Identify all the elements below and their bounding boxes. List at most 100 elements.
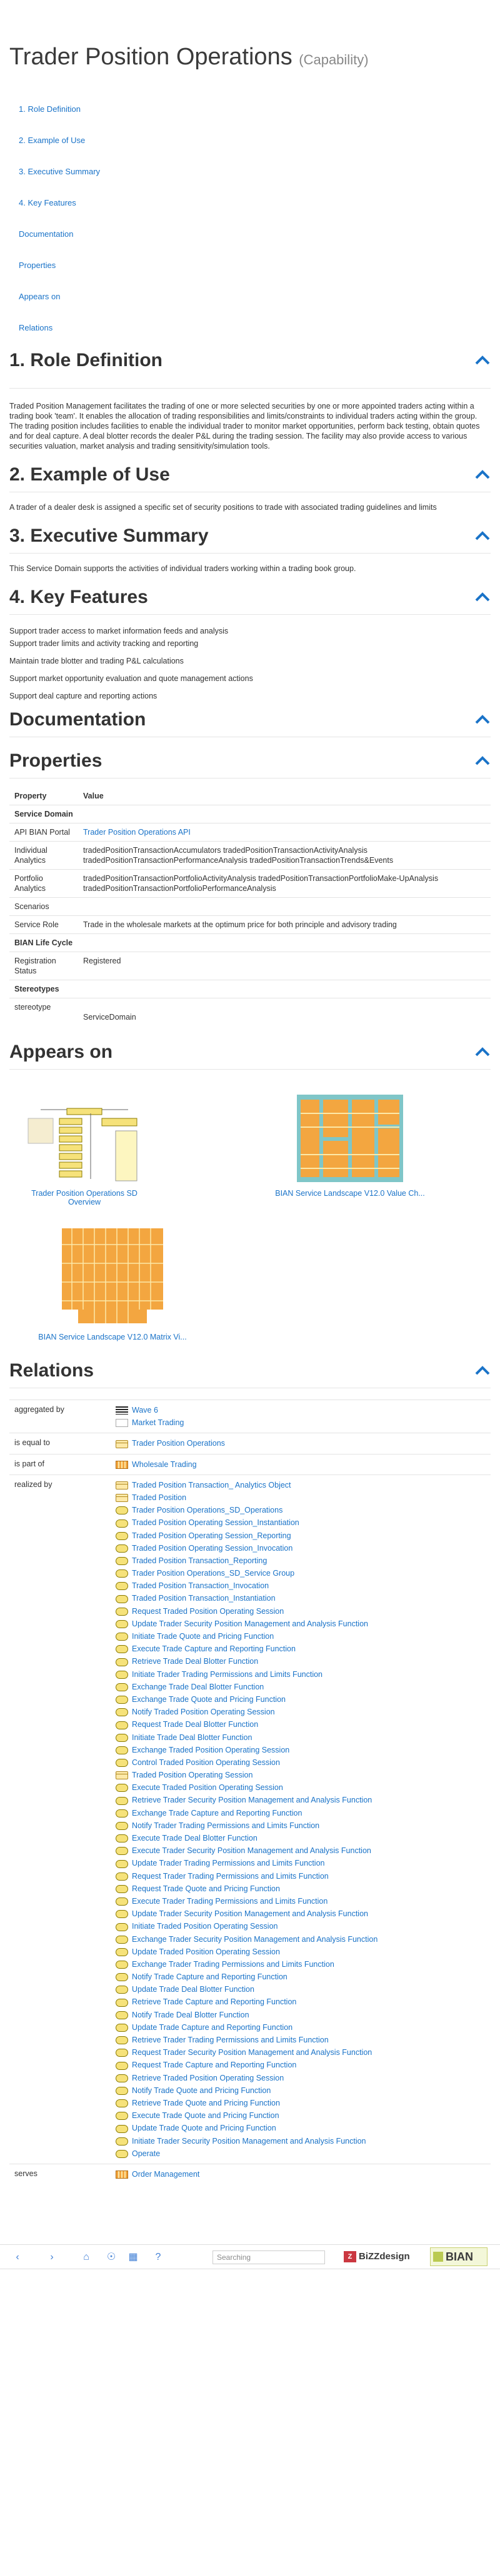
chevron-up-icon[interactable] [474, 714, 491, 725]
chevron-up-icon[interactable] [474, 1365, 491, 1376]
relation-link[interactable]: Update Trader Security Position Manageme… [132, 1909, 368, 1918]
relation-link[interactable]: Trader Position Operations [132, 1439, 225, 1448]
relation-list: Trader Position Operations [116, 1433, 491, 1453]
relation-link[interactable]: Traded Position Transaction_Instantiatio… [132, 1594, 276, 1603]
toc-link-appears-on[interactable]: Appears on [9, 292, 491, 323]
relation-link[interactable]: Notify Traded Position Operating Session [132, 1708, 275, 1716]
relation-link[interactable]: Execute Trader Trading Permissions and L… [132, 1897, 328, 1906]
toc-link-role-definition[interactable]: 1. Role Definition [9, 104, 491, 136]
relation-link[interactable]: Request Trader Security Position Managem… [132, 2048, 372, 2057]
relation-link[interactable]: Traded Position Transaction_Invocation [132, 1581, 269, 1590]
relation-link[interactable]: Retrieve Trade Quote and Pricing Functio… [132, 2099, 280, 2107]
table-group-row: BIAN Life Cycle [9, 933, 491, 952]
relation-link[interactable]: Notify Trader Trading Permissions and Li… [132, 1821, 319, 1830]
service-icon [116, 1947, 128, 1956]
help-icon[interactable]: ? [153, 2252, 163, 2262]
relation-link[interactable]: Request Trade Quote and Pricing Function [132, 1884, 280, 1893]
relation-link[interactable]: Initiate Traded Position Operating Sessi… [132, 1922, 278, 1931]
chevron-up-icon[interactable] [474, 591, 491, 602]
section-relations: Relations aggregated by Wave 6 Market Tra… [9, 1360, 491, 2184]
diagram-link[interactable]: BIAN Service Landscape V12.0 Value Ch... [272, 1189, 428, 1198]
relation-link[interactable]: Retrieve Trade Capture and Reporting Fun… [132, 1997, 296, 2006]
chevron-up-icon[interactable] [474, 469, 491, 480]
chevron-up-icon[interactable] [474, 354, 491, 366]
toc-link-documentation[interactable]: Documentation [9, 229, 491, 261]
diagram-thumbnail[interactable]: Trader Position Operations SD Overview [16, 1101, 153, 1206]
relation-link[interactable]: Traded Position Operating Session_Invoca… [132, 1544, 292, 1553]
home-icon[interactable]: ⌂ [81, 2252, 91, 2262]
relation-link[interactable]: Trader Position Operations_SD_Operations [132, 1506, 282, 1514]
diagram-thumbnail[interactable]: BIAN Service Landscape V12.0 Value Ch... [272, 1095, 428, 1198]
relation-link[interactable]: Order Management [132, 2170, 199, 2179]
relation-link[interactable]: Wholesale Trading [132, 1460, 197, 1469]
relation-link[interactable]: Execute Trade Capture and Reporting Func… [132, 1644, 296, 1653]
diagram-link[interactable]: Trader Position Operations SD Overview [16, 1189, 153, 1206]
api-portal-link[interactable]: Trader Position Operations API [83, 828, 191, 837]
relation-link[interactable]: Exchange Traded Position Operating Sessi… [132, 1746, 289, 1754]
relation-link[interactable]: Notify Trade Capture and Reporting Funct… [132, 1972, 288, 1981]
relation-link[interactable]: Execute Trade Deal Blotter Function [132, 1834, 258, 1842]
relation-link[interactable]: Retrieve Trader Trading Permissions and … [132, 2036, 329, 2044]
relation-link[interactable]: Notify Trade Deal Blotter Function [132, 2011, 249, 2019]
search-input[interactable]: Searching [212, 2250, 325, 2264]
diagram-thumbnail[interactable]: BIAN Service Landscape V12.0 Matrix Vi..… [34, 1226, 191, 1341]
relation-link[interactable]: Exchange Trade Quote and Pricing Functio… [132, 1695, 286, 1704]
relation-item: Notify Trade Capture and Reporting Funct… [116, 1971, 491, 1983]
relation-link[interactable]: Request Trade Capture and Reporting Func… [132, 2061, 296, 2069]
relation-link[interactable]: Request Trader Trading Permissions and L… [132, 1872, 329, 1881]
relation-link[interactable]: Wave 6 [132, 1406, 158, 1415]
relation-link[interactable]: Update Trade Quote and Pricing Function [132, 2124, 276, 2132]
relation-link[interactable]: Initiate Trade Deal Blotter Function [132, 1733, 252, 1742]
chevron-up-icon[interactable] [474, 530, 491, 541]
toc-link-properties[interactable]: Properties [9, 261, 491, 292]
relation-item: Wave 6 [116, 1404, 491, 1416]
relation-item: Notify Trade Quote and Pricing Function [116, 2084, 491, 2097]
relation-link[interactable]: Update Trade Capture and Reporting Funct… [132, 2023, 292, 2032]
relation-link[interactable]: Exchange Trade Deal Blotter Function [132, 1683, 264, 1691]
relation-link[interactable]: Exchange Trade Capture and Reporting Fun… [132, 1809, 302, 1818]
chevron-right-icon[interactable]: › [47, 2252, 57, 2262]
relation-link[interactable]: Control Traded Position Operating Sessio… [132, 1758, 280, 1767]
relation-link[interactable]: Update Trader Trading Permissions and Li… [132, 1859, 324, 1867]
grid-icon[interactable]: ▦ [128, 2252, 138, 2262]
relation-link[interactable]: Traded Position Operating Session [132, 1771, 252, 1779]
toc-link-key-features[interactable]: 4. Key Features [9, 198, 491, 229]
relation-link[interactable]: Request Traded Position Operating Sessio… [132, 1607, 284, 1616]
relation-link[interactable]: Retrieve Trader Security Position Manage… [132, 1796, 372, 1804]
relation-link[interactable]: Traded Position Transaction_Reporting [132, 1556, 267, 1565]
diagram-link[interactable]: BIAN Service Landscape V12.0 Matrix Vi..… [34, 1333, 191, 1341]
relation-link[interactable]: Execute Trade Quote and Pricing Function [132, 2111, 279, 2120]
toc-link-executive-summary[interactable]: 3. Executive Summary [9, 167, 491, 198]
relation-link[interactable]: Update Trade Deal Blotter Function [132, 1985, 254, 1994]
relation-link[interactable]: Initiate Trader Trading Permissions and … [132, 1670, 322, 1679]
relation-link[interactable]: Update Traded Position Operating Session [132, 1947, 280, 1956]
relation-link[interactable]: Retrieve Trade Deal Blotter Function [132, 1657, 258, 1666]
relation-link[interactable]: Execute Traded Position Operating Sessio… [132, 1783, 283, 1792]
relation-link[interactable]: Traded Position Operating Session_Instan… [132, 1518, 299, 1527]
relation-link[interactable]: Update Trader Security Position Manageme… [132, 1619, 368, 1628]
relation-item: Update Traded Position Operating Session [116, 1946, 491, 1958]
relation-link[interactable]: Exchange Trader Security Position Manage… [132, 1935, 378, 1944]
chevron-up-icon[interactable] [474, 755, 491, 766]
chevron-left-icon[interactable]: ‹ [12, 2252, 22, 2262]
relation-link[interactable]: Operate [132, 2149, 160, 2158]
relation-link[interactable]: Exchange Trader Trading Permissions and … [132, 1960, 334, 1969]
relation-link[interactable]: Market Trading [132, 1418, 184, 1427]
relation-link[interactable]: Traded Position Transaction_ Analytics O… [132, 1481, 291, 1489]
relation-link[interactable]: Initiate Trader Security Position Manage… [132, 2137, 366, 2146]
relation-link[interactable]: Traded Position [132, 1493, 186, 1502]
relation-link[interactable]: Traded Position Operating Session_Report… [132, 1531, 291, 1540]
relation-link[interactable]: Notify Trade Quote and Pricing Function [132, 2086, 271, 2095]
relation-link[interactable]: Request Trade Deal Blotter Function [132, 1720, 258, 1729]
toc-link-example[interactable]: 2. Example of Use [9, 136, 491, 167]
relation-list: Order Management [116, 2164, 491, 2184]
relation-link[interactable]: Initiate Trade Quote and Pricing Functio… [132, 1632, 274, 1641]
example-text: A trader of a dealer desk is assigned a … [9, 503, 437, 512]
relation-item: Initiate Trader Security Position Manage… [116, 2135, 491, 2147]
relation-link[interactable]: Execute Trader Security Position Managem… [132, 1846, 371, 1855]
chevron-up-icon[interactable] [474, 1046, 491, 1057]
network-icon[interactable]: ☉ [106, 2252, 116, 2262]
service-icon [116, 1998, 128, 2007]
relation-link[interactable]: Trader Position Operations_SD_Service Gr… [132, 1569, 294, 1578]
relation-link[interactable]: Retrieve Traded Position Operating Sessi… [132, 2074, 284, 2082]
